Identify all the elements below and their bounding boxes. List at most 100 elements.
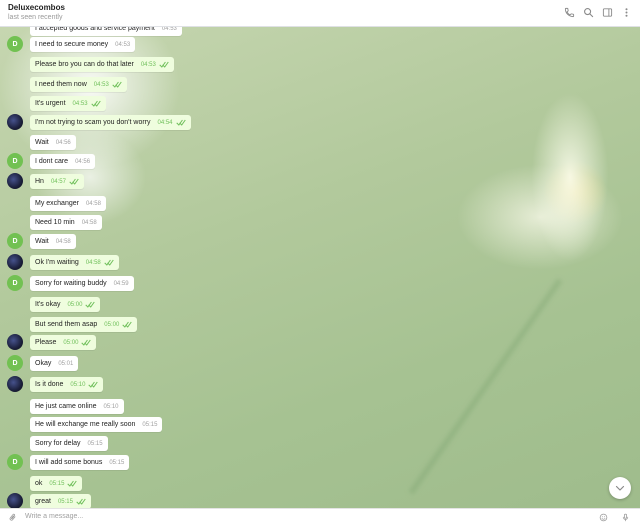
- message-bubble[interactable]: I need to secure money 04:53: [30, 37, 136, 52]
- message-bubble[interactable]: Please bro you can do that later 04:53: [30, 57, 174, 72]
- avatar[interactable]: D: [7, 275, 23, 291]
- read-ticks-icon: [112, 81, 122, 88]
- message-text: He just came online: [35, 403, 97, 410]
- message-time: 04:59: [113, 280, 129, 287]
- avatar[interactable]: [7, 493, 23, 508]
- message-bubble[interactable]: It's okay 05:00: [30, 297, 101, 312]
- message-text: ok: [35, 480, 43, 487]
- message-text: Okay: [35, 360, 52, 367]
- message-text: Please bro you can do that later: [35, 61, 134, 68]
- message-bubble[interactable]: It's urgent 04:53: [30, 96, 106, 111]
- message-composer: Write a message...: [0, 508, 640, 524]
- message-bubble[interactable]: Okay 05:01: [30, 356, 79, 371]
- avatar[interactable]: D: [7, 233, 23, 249]
- message-bubble[interactable]: He just came online 05:10: [30, 399, 124, 414]
- message-bubble[interactable]: Ok I'm waiting 04:58: [30, 255, 119, 270]
- message-time: 05:01: [58, 360, 74, 367]
- read-ticks-icon: [175, 119, 186, 126]
- message-time: 04:58: [81, 219, 97, 226]
- microphone-icon[interactable]: [620, 512, 630, 522]
- message-bubble[interactable]: Please 05:00: [30, 335, 97, 350]
- message-time: 05:10: [70, 381, 86, 388]
- message-text: It's okay: [35, 301, 61, 308]
- message-text: I'm not trying to scam you don't worry: [35, 119, 151, 126]
- message-bubble[interactable]: ok 05:15: [30, 476, 83, 491]
- avatar[interactable]: D: [7, 36, 23, 52]
- avatar[interactable]: [7, 173, 23, 189]
- message-time: 04:56: [55, 139, 71, 146]
- avatar[interactable]: D: [7, 454, 23, 470]
- message-bubble[interactable]: I'm not trying to scam you don't worry 04…: [30, 115, 191, 130]
- message-text: Ok I'm waiting: [35, 259, 79, 266]
- message-bubble[interactable]: Need 10 min 04:58: [30, 215, 102, 230]
- wallpaper-decoration: [408, 278, 563, 495]
- message-bubble[interactable]: great 05:15: [30, 494, 91, 508]
- message-time: 04:58: [85, 259, 101, 266]
- read-ticks-icon: [88, 381, 99, 388]
- message-bubble[interactable]: Is it done 05:10: [30, 377, 104, 392]
- attach-icon[interactable]: [7, 512, 17, 522]
- scroll-to-bottom-button[interactable]: [609, 477, 631, 499]
- message-history[interactable]: I accepted goods and service payment 04:5…: [0, 27, 640, 508]
- message-bubble[interactable]: I accepted goods and service payment 04:5…: [30, 27, 182, 36]
- phone-icon[interactable]: [563, 6, 575, 18]
- message-text: Wait: [35, 139, 49, 146]
- message-time: 04:54: [157, 119, 173, 126]
- avatar[interactable]: [7, 254, 23, 270]
- message-time: 05:15: [142, 421, 158, 428]
- message-time: 05:00: [104, 321, 120, 328]
- message-text: Sorry for waiting buddy: [35, 280, 107, 287]
- avatar[interactable]: D: [7, 153, 23, 169]
- message-time: 05:15: [57, 498, 73, 505]
- chevron-down-icon: [615, 485, 625, 491]
- message-bubble[interactable]: My exchanger 04:58: [30, 196, 106, 211]
- message-text: My exchanger: [35, 200, 79, 207]
- read-ticks-icon: [85, 301, 96, 308]
- read-ticks-icon: [67, 480, 78, 487]
- message-text: I dont care: [35, 158, 69, 165]
- message-bubble[interactable]: I will add some bonus 05:15: [30, 455, 130, 470]
- chat-header: Deluxecombos last seen recently: [0, 0, 640, 27]
- avatar[interactable]: [7, 376, 23, 392]
- message-time: 05:15: [109, 459, 125, 466]
- message-time: 04:53: [161, 27, 177, 32]
- message-time: 05:15: [49, 480, 65, 487]
- read-ticks-icon: [69, 178, 79, 185]
- emoji-icon[interactable]: [598, 512, 608, 522]
- message-text: I accepted goods and service payment: [35, 27, 155, 32]
- message-bubble[interactable]: But send them asap 05:00: [30, 317, 138, 332]
- message-bubble[interactable]: He will exchange me really soon 05:15: [30, 417, 163, 432]
- message-time: 04:53: [140, 61, 156, 68]
- message-bubble[interactable]: I dont care 04:56: [30, 154, 96, 169]
- message-time: 04:57: [50, 178, 66, 185]
- read-ticks-icon: [81, 339, 92, 346]
- message-input[interactable]: Write a message...: [25, 513, 83, 520]
- message-bubble[interactable]: Wait 04:56: [30, 135, 76, 150]
- message-bubble[interactable]: I need them now 04:53: [30, 77, 127, 92]
- message-bubble[interactable]: Sorry for delay 05:15: [30, 436, 108, 451]
- message-text: I will add some bonus: [35, 459, 103, 466]
- more-icon[interactable]: [620, 6, 632, 18]
- message-text: He will exchange me really soon: [35, 421, 136, 428]
- read-ticks-icon: [90, 100, 101, 107]
- message-time: 04:56: [75, 158, 91, 165]
- message-bubble[interactable]: Hn 04:57: [30, 174, 84, 189]
- message-text: Hn: [35, 178, 44, 185]
- avatar[interactable]: [7, 334, 23, 350]
- avatar[interactable]: D: [7, 355, 23, 371]
- message-bubble[interactable]: Sorry for waiting buddy 04:59: [30, 276, 134, 291]
- avatar[interactable]: [7, 114, 23, 130]
- read-ticks-icon: [159, 61, 169, 68]
- message-bubble[interactable]: Wait 04:58: [30, 234, 76, 249]
- message-text: Need 10 min: [35, 219, 75, 226]
- message-time: 05:10: [103, 403, 119, 410]
- sidebar-icon[interactable]: [601, 6, 613, 18]
- read-ticks-icon: [122, 321, 132, 328]
- last-seen-status: last seen recently: [8, 14, 63, 21]
- chat-title[interactable]: Deluxecombos: [8, 3, 65, 12]
- message-text: Sorry for delay: [35, 440, 81, 447]
- message-time: 04:53: [93, 81, 109, 88]
- search-icon[interactable]: [582, 6, 594, 18]
- message-text: great: [35, 498, 51, 505]
- message-time: 04:58: [55, 238, 71, 245]
